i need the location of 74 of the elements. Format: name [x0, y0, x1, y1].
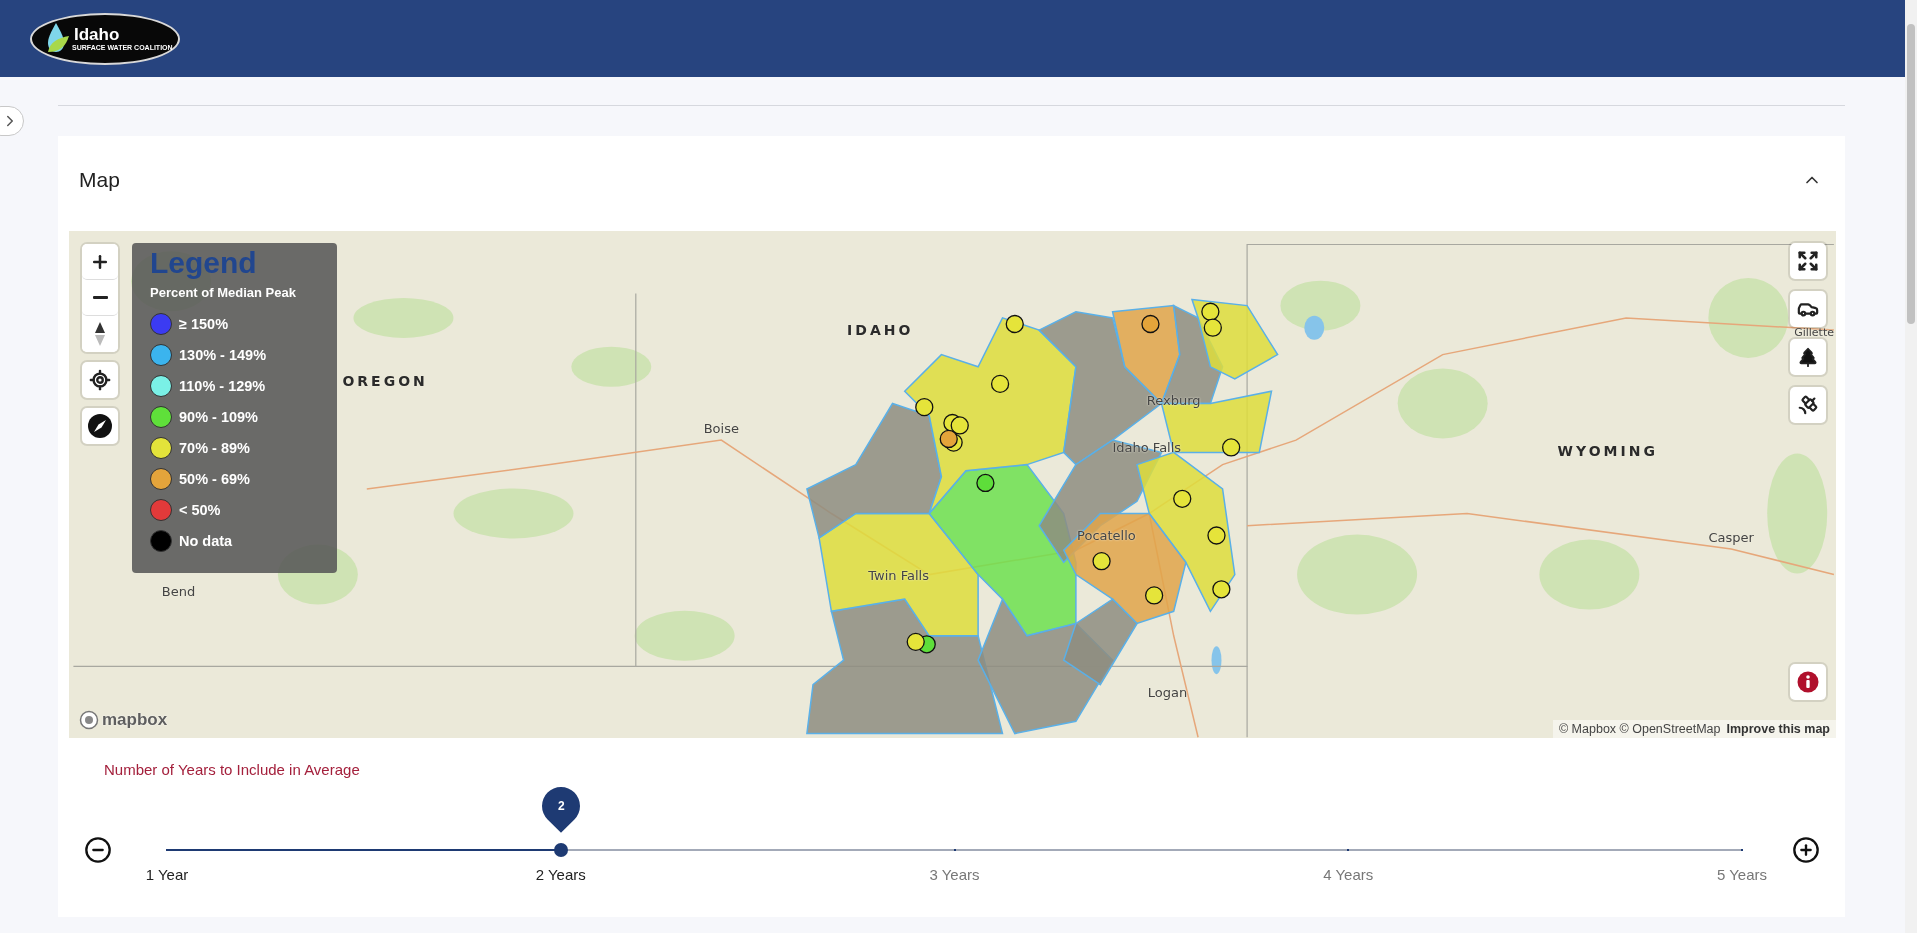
- fullscreen-button[interactable]: [1790, 243, 1826, 279]
- gauge-marker[interactable]: [990, 374, 1010, 394]
- map[interactable]: [69, 231, 1836, 738]
- gauge-marker[interactable]: [1145, 586, 1164, 605]
- legend-title: Legend: [150, 245, 258, 281]
- place-label: Boise: [703, 420, 739, 436]
- legend-label: 130% - 149%: [179, 346, 267, 363]
- improve-map-link[interactable]: Improve this map: [1726, 722, 1830, 736]
- plus-circle-icon: [1792, 836, 1820, 864]
- satellite-icon: [1797, 394, 1819, 416]
- gauge-marker[interactable]: [1203, 318, 1222, 337]
- scrollbar-thumb[interactable]: [1907, 24, 1915, 324]
- minus-circle-icon: [84, 836, 112, 864]
- place-label: Bend: [161, 583, 196, 598]
- gauge-marker[interactable]: [950, 416, 969, 435]
- crosshair-icon: [89, 369, 111, 391]
- lake: [1211, 646, 1222, 675]
- place-label: Logan: [1147, 684, 1188, 700]
- increase-button[interactable]: [1792, 836, 1820, 864]
- fullscreen-icon: [1797, 250, 1819, 272]
- gauge-marker[interactable]: [906, 632, 925, 651]
- gauge-marker[interactable]: [1141, 314, 1160, 334]
- slider-thumb[interactable]: [553, 843, 568, 857]
- terrain-layer-button[interactable]: [1790, 339, 1826, 375]
- zoom-in-button[interactable]: [82, 244, 118, 280]
- legend-label: ≥ 150%: [179, 315, 229, 332]
- legend-label: No data: [179, 532, 233, 549]
- tree-icon: [1797, 346, 1819, 368]
- north-arrow-icon: [94, 321, 106, 347]
- slider-mark-label: 2 Years: [535, 866, 586, 883]
- decrease-button[interactable]: [84, 836, 112, 864]
- legend-subtitle: Percent of Median Peak: [150, 285, 297, 300]
- place-label: Casper: [1708, 529, 1754, 545]
- slider-mark-label: 3 Years: [929, 866, 980, 883]
- traffic-layer-button[interactable]: [1790, 291, 1826, 327]
- gauge-marker[interactable]: [1005, 314, 1024, 334]
- legend-label: < 50%: [179, 501, 221, 518]
- place-label: Pocatello: [1077, 528, 1136, 543]
- legend-label: 50% - 69%: [179, 470, 250, 487]
- place-label: Gillette: [1794, 327, 1834, 339]
- place-label: IDAHO: [847, 322, 914, 339]
- gauge-marker[interactable]: [939, 429, 958, 449]
- slider-mark-label: 4 Years: [1323, 866, 1374, 883]
- slider-label: Number of Years to Include in Average: [104, 761, 361, 778]
- place-label: Twin Falls: [868, 567, 929, 583]
- legend-label: 90% - 109%: [179, 408, 258, 425]
- brand-name: mapbox: [102, 710, 168, 730]
- compass-icon: [87, 413, 113, 439]
- gauge-marker[interactable]: [976, 473, 995, 493]
- gauge-marker[interactable]: [915, 398, 934, 417]
- info-button[interactable]: [1790, 664, 1826, 700]
- gauge-marker[interactable]: [1173, 489, 1192, 508]
- legend-label: 110% - 129%: [179, 377, 266, 394]
- logo-title: Idaho: [74, 25, 120, 44]
- slider-mark-label: 1 Year: [145, 866, 189, 883]
- gauge-marker[interactable]: [1222, 438, 1241, 457]
- info-icon: [1797, 671, 1819, 693]
- gauge-marker[interactable]: [1092, 552, 1111, 571]
- lake: [1304, 315, 1325, 340]
- satellite-layer-button[interactable]: [1790, 387, 1826, 423]
- attribution-text: © Mapbox © OpenStreetMap: [1558, 722, 1721, 736]
- card-title: Map: [79, 167, 120, 193]
- place-label: OREGON: [342, 373, 428, 390]
- place-label: WYOMING: [1557, 443, 1658, 460]
- scrollbar[interactable]: [1905, 0, 1917, 933]
- gauge-marker[interactable]: [1207, 526, 1226, 545]
- brand-logo-icon: [79, 710, 99, 730]
- minus-icon: [92, 296, 108, 299]
- legend-label: 70% - 89%: [179, 439, 250, 456]
- slider-mark-label: 5 Years: [1717, 866, 1767, 883]
- gauge-marker[interactable]: [1201, 302, 1220, 321]
- compass-mode-button[interactable]: [82, 408, 118, 444]
- locate-button[interactable]: [82, 362, 118, 398]
- gauge-marker[interactable]: [1212, 580, 1231, 599]
